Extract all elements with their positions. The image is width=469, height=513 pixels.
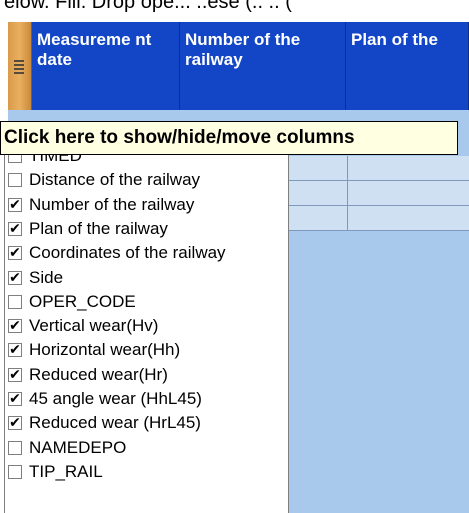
column-option[interactable]: ✔ Horizontal wear(Hh) <box>5 338 288 362</box>
checkbox-unchecked-icon[interactable] <box>8 155 22 163</box>
cell-divider <box>347 181 348 205</box>
checkbox-unchecked-icon[interactable] <box>8 173 22 188</box>
column-chooser-handle[interactable] <box>8 22 32 110</box>
grid-header: Measureme nt date Number of the railway … <box>0 22 469 110</box>
checkbox-checked-icon[interactable]: ✔ <box>8 367 22 382</box>
column-option-label: OPER_CODE <box>29 291 136 311</box>
cell-divider <box>347 156 348 180</box>
column-option-label: Number of the railway <box>29 194 195 214</box>
column-option-label: Vertical wear(Hv) <box>29 316 159 336</box>
column-option[interactable]: ✔ Reduced wear(Hr) <box>5 363 288 387</box>
column-option[interactable]: NAMEDEPO <box>5 436 288 460</box>
checkbox-checked-icon[interactable]: ✔ <box>8 343 22 358</box>
top-clipped-text: elow. Fill. Drop ope... ..ese (.. .. ( <box>0 0 469 22</box>
checkbox-checked-icon[interactable]: ✔ <box>8 416 22 431</box>
column-chooser-list: TIMED Distance of the railway ✔ Number of t… <box>4 155 289 513</box>
checkbox-unchecked-icon[interactable] <box>8 440 22 455</box>
column-option[interactable]: ✔ Vertical wear(Hv) <box>5 314 288 338</box>
checkbox-checked-icon[interactable]: ✔ <box>8 392 22 406</box>
column-header-number-of-railway[interactable]: Number of the railway <box>180 22 346 110</box>
column-option-label: Side <box>29 267 64 287</box>
column-option-label: 45 angle wear (HhL45) <box>29 389 202 408</box>
column-option-label: Distance of the railway <box>29 170 201 190</box>
grip-icon <box>14 60 24 74</box>
column-option[interactable]: ✔ Number of the railway <box>5 193 288 217</box>
column-option[interactable]: ✔ 45 angle wear (HhL45) <box>5 387 288 411</box>
column-option[interactable]: ✔ Coordinates of the railway <box>5 241 288 265</box>
checkbox-checked-icon[interactable]: ✔ <box>8 270 22 285</box>
checkbox-checked-icon[interactable]: ✔ <box>8 319 22 334</box>
column-option-label: NAMEDEPO <box>29 437 127 457</box>
column-option-label: Horizontal wear(Hh) <box>29 340 181 360</box>
column-option-label: Coordinates of the railway <box>29 243 226 263</box>
column-header-measurement-date[interactable]: Measureme nt date <box>32 22 180 110</box>
column-option[interactable]: Distance of the railway <box>5 168 288 192</box>
column-option-label: TIP_RAIL <box>29 461 103 481</box>
checkbox-checked-icon[interactable]: ✔ <box>8 246 22 261</box>
column-option[interactable]: ✔ Reduced wear (HrL45) <box>5 411 288 435</box>
column-option-label: Reduced wear (HrL45) <box>29 413 201 433</box>
column-option-label: TIMED <box>29 155 82 165</box>
checkbox-checked-icon[interactable]: ✔ <box>8 221 22 236</box>
column-header-plan-of-railway[interactable]: Plan of the <box>346 22 469 110</box>
cell-divider <box>347 206 348 230</box>
checkbox-unchecked-icon[interactable] <box>8 464 22 479</box>
column-option-label: Reduced wear(Hr) <box>29 364 168 384</box>
column-option[interactable]: ✔ Side <box>5 266 288 290</box>
column-option[interactable]: ✔ Plan of the railway <box>5 217 288 241</box>
top-text: elow. Fill. Drop ope... ..ese (.. .. ( <box>4 0 292 13</box>
column-option[interactable]: OPER_CODE <box>5 290 288 314</box>
tooltip: Click here to show/hide/move columns <box>0 121 458 155</box>
column-option[interactable]: TIMED <box>5 155 288 168</box>
column-option[interactable]: TIP_RAIL <box>5 460 288 484</box>
column-option-label: Plan of the railway <box>29 218 168 238</box>
checkbox-unchecked-icon[interactable] <box>8 294 22 309</box>
checkbox-checked-icon[interactable]: ✔ <box>8 197 22 212</box>
